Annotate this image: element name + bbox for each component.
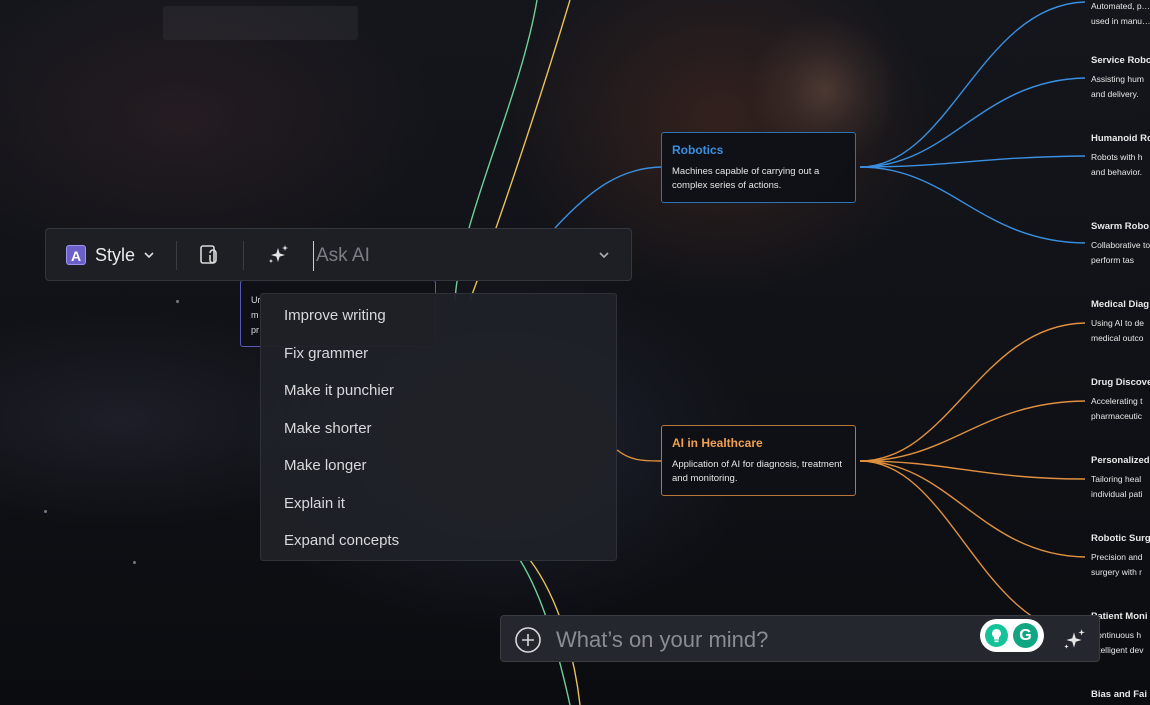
leaf-node[interactable]: Swarm Robo Collaborative to perform tas [1091, 221, 1150, 268]
lightbulb-icon[interactable] [985, 624, 1008, 647]
leaf-title: Swarm Robo [1091, 221, 1150, 232]
leaf-node[interactable]: Medical Diag Using AI to de medical outc… [1091, 299, 1150, 346]
ask-ai-input[interactable] [313, 241, 573, 271]
leaf-node[interactable]: Personalized Tailoring heal individual p… [1091, 455, 1150, 502]
toolbar-divider [176, 241, 177, 270]
ai-suggestions-menu: Improve writing Fix grammer Make it punc… [260, 293, 617, 561]
leaf-description: Collaborative to perform tas [1091, 240, 1150, 265]
leaf-description: Robots with h and behavior. [1091, 152, 1143, 177]
grammarly-widget[interactable]: G [980, 619, 1044, 652]
edge-leaf [859, 400, 1086, 462]
chat-bar: G [500, 615, 1100, 662]
edge-leaf [859, 460, 1086, 636]
chevron-down-icon[interactable] [143, 249, 155, 261]
leaf-description: Assisting hum and delivery. [1091, 74, 1144, 99]
menu-item-explain-it[interactable]: Explain it [261, 490, 616, 528]
edge-leaf [859, 166, 1086, 244]
sparkles-icon [269, 245, 288, 263]
leaf-node[interactable]: Humanoid Ro Robots with h and behavior. [1091, 133, 1150, 180]
node-ai-in-healthcare[interactable]: AI in Healthcare Application of AI for d… [661, 425, 856, 496]
link-icon[interactable] [198, 243, 222, 267]
add-circle-icon[interactable] [514, 626, 542, 654]
edge-leaf [859, 460, 1086, 558]
leaf-title: Personalized [1091, 455, 1150, 466]
edge-leaf [859, 322, 1086, 462]
leaf-node[interactable]: Bias and Fai [1091, 689, 1150, 700]
leaf-title: Drug Discove [1091, 377, 1150, 388]
style-icon[interactable]: A [66, 245, 86, 265]
node-description: Machines capable of carrying out a compl… [672, 166, 820, 191]
chat-input[interactable] [554, 624, 958, 656]
ai-toolbar: A Style [45, 228, 632, 281]
edge-to-healthcare [616, 449, 662, 462]
leaf-description: Accelerating t pharmaceutic [1091, 396, 1143, 421]
leaf-node[interactable]: Drug Discove Accelerating t pharmaceutic [1091, 377, 1150, 424]
leaf-title: Service Robo [1091, 55, 1150, 66]
edge-to-robotics [554, 166, 662, 229]
menu-item-improve-writing[interactable]: Improve writing [261, 302, 616, 340]
node-title: AI in Healthcare [672, 436, 763, 450]
leaf-title: Humanoid Ro [1091, 133, 1150, 144]
leaf-node[interactable]: Service Robo Assisting hum and delivery. [1091, 55, 1150, 102]
node-description: Application of AI for diagnosis, treatme… [672, 459, 843, 484]
node-title: Robotics [672, 143, 724, 157]
edge-leaf [859, 1, 1086, 168]
leaf-description: Tailoring heal individual pati [1091, 474, 1143, 499]
edge-leaf [859, 155, 1086, 168]
leaf-title: Bias and Fai [1091, 689, 1147, 700]
chevron-down-icon[interactable] [598, 249, 610, 261]
menu-item-make-longer[interactable]: Make longer [261, 452, 616, 490]
menu-item-expand-concepts[interactable]: Expand concepts [261, 527, 616, 565]
toolbar-divider [243, 241, 244, 270]
menu-item-make-punchier[interactable]: Make it punchier [261, 377, 616, 415]
leaf-title: Medical Diag [1091, 299, 1150, 310]
sparkles-icon[interactable] [1061, 627, 1087, 653]
leaf-node[interactable]: Automated, p… used in manu… [1091, 0, 1150, 29]
edge-leaf [859, 77, 1086, 168]
leaf-description: Automated, p… used in manu… [1091, 1, 1150, 26]
menu-item-fix-grammar[interactable]: Fix grammer [261, 340, 616, 378]
leaf-title: Robotic Surg [1091, 533, 1150, 544]
leaf-description: Precision and surgery with r [1091, 552, 1143, 577]
leaf-description: Using AI to de medical outco [1091, 318, 1144, 343]
style-button[interactable]: Style [95, 245, 135, 266]
node-robotics[interactable]: Robotics Machines capable of carrying ou… [661, 132, 856, 203]
menu-item-make-shorter[interactable]: Make shorter [261, 415, 616, 453]
grammarly-icon[interactable]: G [1013, 623, 1038, 648]
leaf-node[interactable]: Robotic Surg Precision and surgery with … [1091, 533, 1150, 580]
